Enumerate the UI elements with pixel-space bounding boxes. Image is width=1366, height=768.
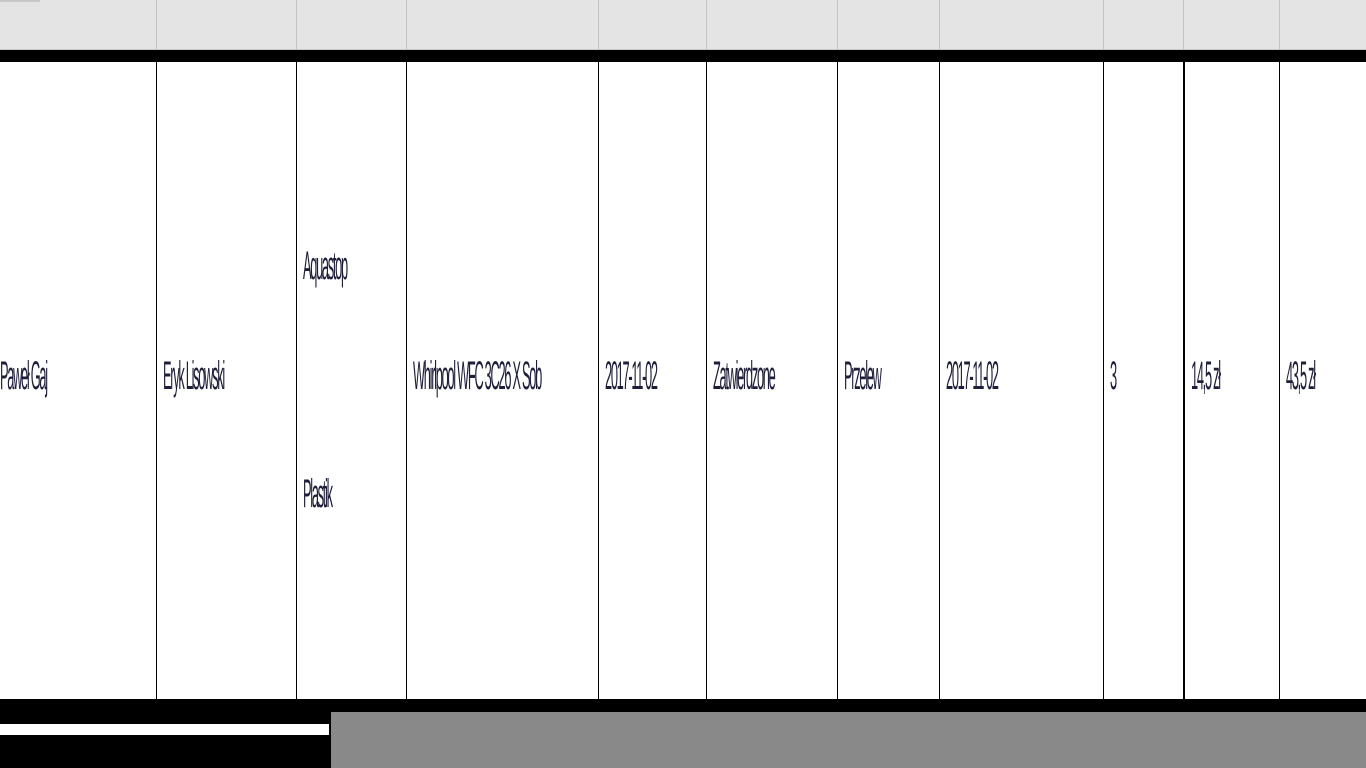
column-header-device[interactable] bbox=[406, 0, 598, 50]
column-header-status[interactable] bbox=[706, 0, 837, 50]
table-row[interactable]: Paweł Gaj Eryk Lisowski Aquastop Plastik… bbox=[0, 62, 1366, 699]
column-header-employee[interactable] bbox=[156, 0, 296, 50]
cell-client[interactable]: Paweł Gaj bbox=[0, 62, 156, 699]
type-line-1: Aquastop bbox=[303, 244, 348, 288]
price-value: 14,5 zł bbox=[1191, 354, 1221, 398]
cell-total[interactable]: 43,5 zł bbox=[1279, 62, 1366, 699]
total-value: 43,5 zł bbox=[1286, 354, 1316, 398]
cell-date-done[interactable]: 2017-11-02 bbox=[939, 62, 1103, 699]
column-header-client[interactable] bbox=[0, 0, 156, 50]
date-received-value: 2017-11-02 bbox=[605, 354, 658, 398]
footer-separator-bar bbox=[0, 699, 1366, 712]
table-header bbox=[0, 0, 1366, 50]
cell-device[interactable]: Whirlpool WFC 3C26 X Sob bbox=[406, 62, 598, 699]
footer-right-panel bbox=[331, 712, 1366, 768]
footer-left-panel bbox=[0, 712, 331, 768]
client-name: Paweł Gaj bbox=[0, 354, 48, 398]
column-header-type[interactable] bbox=[296, 0, 406, 50]
column-header-quantity[interactable] bbox=[1103, 0, 1183, 50]
employee-name: Eryk Lisowski bbox=[163, 354, 225, 398]
fault-value: Przelew bbox=[844, 354, 882, 398]
column-header-total[interactable] bbox=[1279, 0, 1366, 50]
date-done-value: 2017-11-02 bbox=[946, 354, 999, 398]
device-name: Whirlpool WFC 3C26 X Sob bbox=[413, 354, 542, 398]
cell-type[interactable]: Aquastop Plastik bbox=[296, 62, 406, 699]
column-header-date-done[interactable] bbox=[939, 0, 1103, 50]
status-value: Zatwierdzone bbox=[713, 354, 776, 398]
column-header-fault[interactable] bbox=[837, 0, 939, 50]
cell-date-received[interactable]: 2017-11-02 bbox=[598, 62, 706, 699]
cell-price[interactable]: 14,5 zł bbox=[1183, 62, 1279, 699]
column-header-price[interactable] bbox=[1183, 0, 1279, 50]
header-separator-bar bbox=[0, 50, 1366, 62]
footer-left-stripe bbox=[0, 724, 329, 735]
cell-status[interactable]: Zatwierdzone bbox=[706, 62, 837, 699]
cell-employee[interactable]: Eryk Lisowski bbox=[156, 62, 296, 699]
column-header-date-received[interactable] bbox=[598, 0, 706, 50]
cell-quantity[interactable]: 3 bbox=[1103, 62, 1183, 699]
cell-fault[interactable]: Przelew bbox=[837, 62, 939, 699]
type-line-2: Plastik bbox=[303, 472, 333, 516]
quantity-value: 3 bbox=[1110, 354, 1117, 398]
